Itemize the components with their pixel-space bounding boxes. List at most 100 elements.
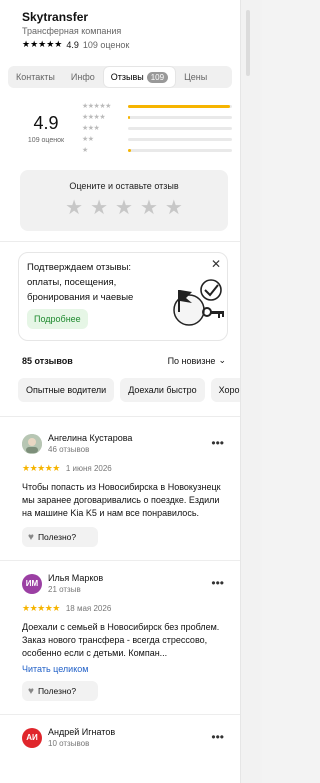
tabs: Контакты Инфо Отзывы 109 Цены xyxy=(8,66,232,88)
review-date: 18 мая 2026 xyxy=(65,604,112,613)
reviews-count-badge: 109 xyxy=(146,71,169,83)
one-star-icon: ★ xyxy=(82,147,88,154)
rate-stars: ★ ★ ★ ★ ★ xyxy=(20,197,228,219)
divider xyxy=(0,241,240,242)
tab-label: Цены xyxy=(184,72,208,82)
rating-line: ★★★★★ 4.9 109 оценок xyxy=(22,39,228,50)
distribution-row-1: ★ xyxy=(82,146,232,154)
tag-chip[interactable]: Опытные водители xyxy=(18,378,115,402)
review-author-name[interactable]: Ангелина Кустарова xyxy=(48,433,132,443)
reviews-count: 85 отзывов xyxy=(22,355,73,366)
review-author: АИ Андрей Игнатов 10 отзывов xyxy=(22,727,230,748)
distribution-row-2: ★★ xyxy=(82,135,232,143)
rate-star-3-icon[interactable]: ★ xyxy=(115,197,133,219)
rate-star-1-icon[interactable]: ★ xyxy=(65,197,83,219)
helpful-button[interactable]: ♥ Полезно? xyxy=(22,681,98,701)
review-tags: Опытные водители Доехали быстро Хорошая … xyxy=(18,378,240,402)
rating-value: 4.9 xyxy=(66,39,79,50)
distribution-bar xyxy=(128,148,232,152)
distribution-row-3: ★★★ xyxy=(82,124,232,132)
helpful-label: Полезно? xyxy=(37,532,77,542)
average-rating-count: 109 оценок xyxy=(27,136,65,144)
review-author-info: Ангелина Кустарова 46 отзывов xyxy=(48,433,132,454)
company-category: Трансферная компания xyxy=(22,26,122,36)
review-item: ИМ Илья Марков 21 отзыв ••• ★★★★★ 18 мая… xyxy=(0,573,240,701)
rating-stars-icon: ★★★★★ xyxy=(22,39,63,49)
company-title: Skytransfer xyxy=(22,10,89,24)
tag-chip[interactable]: Доехали быстро xyxy=(120,378,205,402)
distribution-fill xyxy=(128,104,230,108)
review-text: Доехали с семьей в Новосибирск без пробл… xyxy=(22,622,220,658)
distribution-bar xyxy=(128,115,232,119)
distribution-bar xyxy=(128,126,232,130)
tab-label: Контакты xyxy=(16,72,55,82)
rate-star-5-icon[interactable]: ★ xyxy=(165,197,183,219)
divider xyxy=(0,416,240,417)
user-photo-icon xyxy=(22,433,42,454)
side-strip xyxy=(240,0,262,783)
avatar-initials: АИ xyxy=(26,733,38,742)
review-author: Ангелина Кустарова 46 отзывов xyxy=(22,433,230,454)
review-stars-icon: ★★★★★ xyxy=(22,603,60,613)
tab-contacts[interactable]: Контакты xyxy=(8,66,63,88)
rate-star-2-icon[interactable]: ★ xyxy=(90,197,108,219)
helpful-label: Полезно? xyxy=(37,686,77,696)
more-options-icon[interactable]: ••• xyxy=(211,576,224,590)
distribution-bar xyxy=(128,137,232,141)
tag-chip[interactable]: Хорошая цена xyxy=(210,378,240,402)
five-stars-icon: ★★★★★ xyxy=(82,103,111,110)
tab-label: Отзывы xyxy=(110,72,144,82)
rate-star-4-icon[interactable]: ★ xyxy=(140,197,158,219)
review-meta: ★★★★★ 18 мая 2026 xyxy=(22,603,230,614)
distribution-row-4: ★★★★ xyxy=(82,113,232,121)
divider xyxy=(0,560,240,561)
tab-reviews[interactable]: Отзывы 109 xyxy=(102,66,177,88)
tab-prices[interactable]: Цены xyxy=(176,66,215,88)
average-rating: 4.9 109 оценок xyxy=(18,113,74,144)
more-options-icon[interactable]: ••• xyxy=(211,730,224,744)
verified-reviews-text: Подтверждаем отзывы: оплаты, посещения, … xyxy=(27,262,134,303)
avatar[interactable]: ИМ xyxy=(22,573,42,594)
average-rating-value: 4.9 xyxy=(33,112,59,133)
three-stars-icon: ★★★ xyxy=(82,125,100,132)
sort-dropdown[interactable]: По новизне ⌄ xyxy=(168,355,226,366)
distribution-fill xyxy=(128,148,132,152)
avatar-initials: ИМ xyxy=(25,579,39,588)
header: Skytransfer Трансферная компания ★★★★★ 4… xyxy=(0,0,240,50)
review-author: ИМ Илья Марков 21 отзыв xyxy=(22,573,230,594)
scrollbar-handle[interactable] xyxy=(246,10,250,76)
avatar[interactable] xyxy=(22,433,42,454)
tab-label: Инфо xyxy=(70,72,95,82)
review-text: Чтобы попасть из Новосибирска в Новокузн… xyxy=(22,482,221,518)
review-item: АИ Андрей Игнатов 10 отзывов ••• xyxy=(0,727,240,748)
helpful-button[interactable]: ♥ Полезно? xyxy=(22,527,98,547)
review-stars-icon: ★★★★★ xyxy=(22,463,60,473)
review-author-name[interactable]: Илья Марков xyxy=(48,573,103,583)
rate-prompt-label: Оцените и оставьте отзыв xyxy=(69,181,179,191)
read-more-link[interactable]: Читать целиком xyxy=(22,664,230,674)
reviews-header: 85 отзывов По новизне ⌄ xyxy=(0,341,240,366)
close-icon[interactable]: ✕ xyxy=(211,257,221,271)
rating-distribution: ★★★★★ ★★★★ ★★★ ★★ ★ xyxy=(82,102,232,154)
rating-summary: 4.9 109 оценок ★★★★★ ★★★★ ★★★ ★★ ★ xyxy=(0,88,240,154)
review-author-count: 46 отзывов xyxy=(48,445,90,454)
verified-reviews-card: Подтверждаем отзывы: оплаты, посещения, … xyxy=(18,252,228,341)
verification-illustration-icon xyxy=(173,279,224,326)
avatar[interactable]: АИ xyxy=(22,727,42,748)
distribution-fill xyxy=(128,115,131,119)
chevron-down-icon: ⌄ xyxy=(218,355,226,365)
more-button[interactable]: Подробнее xyxy=(27,309,88,329)
four-stars-icon: ★★★★ xyxy=(82,114,106,121)
review-author-name[interactable]: Андрей Игнатов xyxy=(48,727,115,737)
review-date: 1 июня 2026 xyxy=(65,464,112,473)
heart-icon: ♥ xyxy=(28,531,34,543)
review-author-count: 21 отзыв xyxy=(48,585,81,594)
more-options-icon[interactable]: ••• xyxy=(211,436,224,450)
review-meta: ★★★★★ 1 июня 2026 xyxy=(22,463,230,474)
distribution-bar xyxy=(128,104,232,108)
review-author-count: 10 отзывов xyxy=(48,739,90,748)
tab-info[interactable]: Инфо xyxy=(63,66,103,88)
divider xyxy=(0,714,240,715)
review-author-info: Андрей Игнатов 10 отзывов xyxy=(48,727,115,748)
two-stars-icon: ★★ xyxy=(82,136,94,143)
